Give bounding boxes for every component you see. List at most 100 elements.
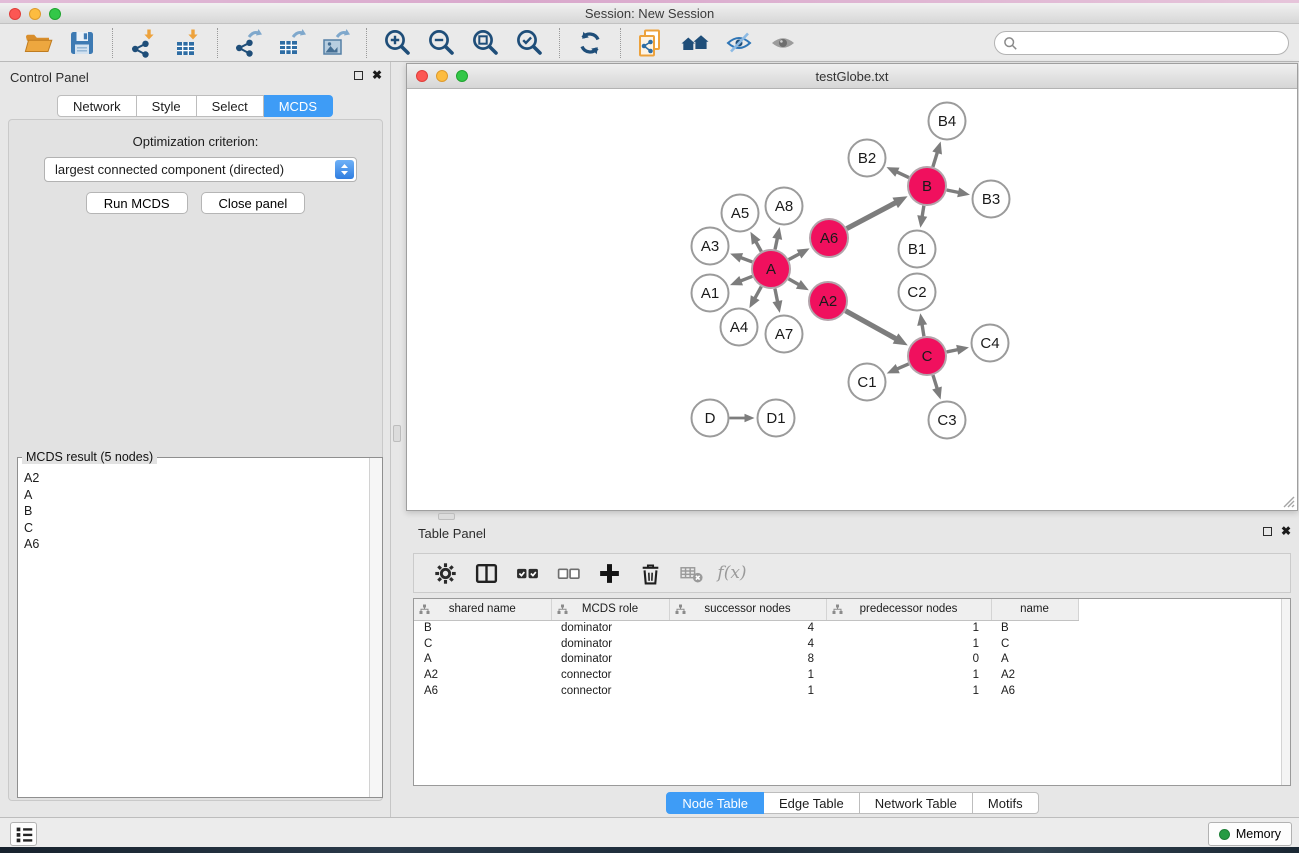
refresh-button[interactable] [574, 27, 606, 59]
cell-name[interactable]: A [991, 652, 1078, 668]
import-network-button[interactable] [127, 27, 159, 59]
table-float-icon[interactable] [1263, 527, 1272, 536]
cell-shared-name[interactable]: C [414, 636, 551, 652]
cell-shared-name[interactable]: B [414, 620, 551, 636]
network-close-icon[interactable] [416, 70, 428, 82]
edge-A-A6[interactable] [789, 253, 801, 259]
tab-edge-table[interactable]: Edge Table [764, 792, 860, 814]
edge-A2-C[interactable] [845, 311, 897, 340]
horizontal-splitter-handle[interactable] [438, 513, 455, 520]
cell-predecessor-nodes[interactable]: 0 [826, 652, 991, 668]
cell-MCDS-role[interactable]: dominator [551, 636, 669, 652]
task-history-button[interactable] [10, 822, 37, 846]
edge-B-B3[interactable] [947, 190, 961, 193]
add-row-button[interactable] [596, 560, 622, 586]
zoom-window-icon[interactable] [49, 8, 61, 20]
edge-C-C3[interactable] [933, 375, 938, 390]
home-button[interactable] [679, 27, 711, 59]
network-from-document-button[interactable] [635, 27, 667, 59]
export-table-button[interactable] [276, 27, 308, 59]
close-panel-button[interactable]: Close panel [201, 192, 306, 214]
memory-button[interactable]: Memory [1208, 822, 1292, 846]
edge-B-B2[interactable] [896, 171, 909, 177]
hide-selected-button[interactable] [723, 27, 755, 59]
network-minimize-icon[interactable] [436, 70, 448, 82]
tab-network[interactable]: Network [57, 95, 137, 117]
cell-successor-nodes[interactable]: 1 [669, 683, 826, 699]
tab-mcds[interactable]: MCDS [264, 95, 333, 117]
cell-successor-nodes[interactable]: 1 [669, 667, 826, 683]
edge-A-A3[interactable] [739, 257, 752, 262]
column-header-name[interactable]: name [991, 599, 1078, 620]
zoom-selected-button[interactable] [513, 27, 545, 59]
cell-name[interactable]: B [991, 620, 1078, 636]
cell-shared-name[interactable]: A6 [414, 683, 551, 699]
close-panel-icon[interactable]: ✖ [372, 70, 382, 81]
cell-MCDS-role[interactable]: connector [551, 667, 669, 683]
edge-C-C1[interactable] [896, 364, 909, 370]
zoom-in-button[interactable] [381, 27, 413, 59]
save-session-button[interactable] [66, 27, 98, 59]
cell-successor-nodes[interactable]: 4 [669, 620, 826, 636]
column-header-shared-name[interactable]: shared name [414, 599, 551, 620]
run-mcds-button[interactable]: Run MCDS [86, 192, 188, 214]
result-scrollbar[interactable] [369, 458, 382, 797]
cell-name[interactable]: A6 [991, 683, 1078, 699]
select-checked-button[interactable] [514, 560, 540, 586]
edge-B-B4[interactable] [933, 151, 938, 167]
tab-style[interactable]: Style [137, 95, 197, 117]
cell-MCDS-role[interactable]: dominator [551, 652, 669, 668]
cell-predecessor-nodes[interactable]: 1 [826, 636, 991, 652]
delete-row-button[interactable] [637, 560, 663, 586]
cell-successor-nodes[interactable]: 4 [669, 636, 826, 652]
cell-MCDS-role[interactable]: dominator [551, 620, 669, 636]
cell-name[interactable]: C [991, 636, 1078, 652]
network-canvas[interactable]: B4B2BB3B1A5A8A6A3AA1A2C2A4A7CC4C1C3DD1 [407, 89, 1297, 510]
column-header-predecessor-nodes[interactable]: predecessor nodes [826, 599, 991, 620]
zoom-out-button[interactable] [425, 27, 457, 59]
cell-MCDS-role[interactable]: connector [551, 683, 669, 699]
edge-A-A7[interactable] [775, 289, 778, 304]
table-scrollbar[interactable] [1281, 599, 1290, 785]
tab-select[interactable]: Select [197, 95, 264, 117]
table-row[interactable]: A2connector11A2 [414, 667, 1078, 683]
table-close-icon[interactable]: ✖ [1281, 526, 1291, 537]
cell-name[interactable]: A2 [991, 667, 1078, 683]
cell-shared-name[interactable]: A [414, 652, 551, 668]
cell-predecessor-nodes[interactable]: 1 [826, 620, 991, 636]
close-window-icon[interactable] [9, 8, 21, 20]
edge-A-A2[interactable] [788, 279, 800, 286]
edge-A-A4[interactable] [754, 287, 761, 300]
minimize-window-icon[interactable] [29, 8, 41, 20]
network-window-titlebar[interactable]: testGlobe.txt [407, 64, 1297, 89]
column-header-successor-nodes[interactable]: successor nodes [669, 599, 826, 620]
criterion-select[interactable]: largest connected component (directed) [44, 157, 357, 182]
float-panel-icon[interactable] [354, 71, 363, 80]
tab-network-table[interactable]: Network Table [860, 792, 973, 814]
resize-grip-icon[interactable] [1282, 495, 1295, 508]
import-table-button[interactable] [171, 27, 203, 59]
zoom-fit-button[interactable] [469, 27, 501, 59]
tab-node-table[interactable]: Node Table [666, 792, 764, 814]
table-row[interactable]: Cdominator41C [414, 636, 1078, 652]
deselect-unchecked-button[interactable] [555, 560, 581, 586]
settings-button[interactable] [432, 560, 458, 586]
edge-A6-B[interactable] [847, 202, 897, 229]
table-row[interactable]: A6connector11A6 [414, 683, 1078, 699]
export-network-button[interactable] [232, 27, 264, 59]
vertical-splitter-handle[interactable] [393, 425, 401, 442]
column-header-MCDS-role[interactable]: MCDS role [551, 599, 669, 620]
cell-predecessor-nodes[interactable]: 1 [826, 683, 991, 699]
split-view-button[interactable] [473, 560, 499, 586]
open-session-button[interactable] [22, 27, 54, 59]
search-field[interactable] [994, 31, 1289, 55]
tab-motifs[interactable]: Motifs [973, 792, 1039, 814]
export-image-button[interactable] [320, 27, 352, 59]
cell-predecessor-nodes[interactable]: 1 [826, 667, 991, 683]
edge-A-A1[interactable] [739, 276, 752, 281]
cell-successor-nodes[interactable]: 8 [669, 652, 826, 668]
table-row[interactable]: Bdominator41B [414, 620, 1078, 636]
search-input[interactable] [1022, 36, 1280, 50]
network-zoom-icon[interactable] [456, 70, 468, 82]
table-row[interactable]: Adominator80A [414, 652, 1078, 668]
